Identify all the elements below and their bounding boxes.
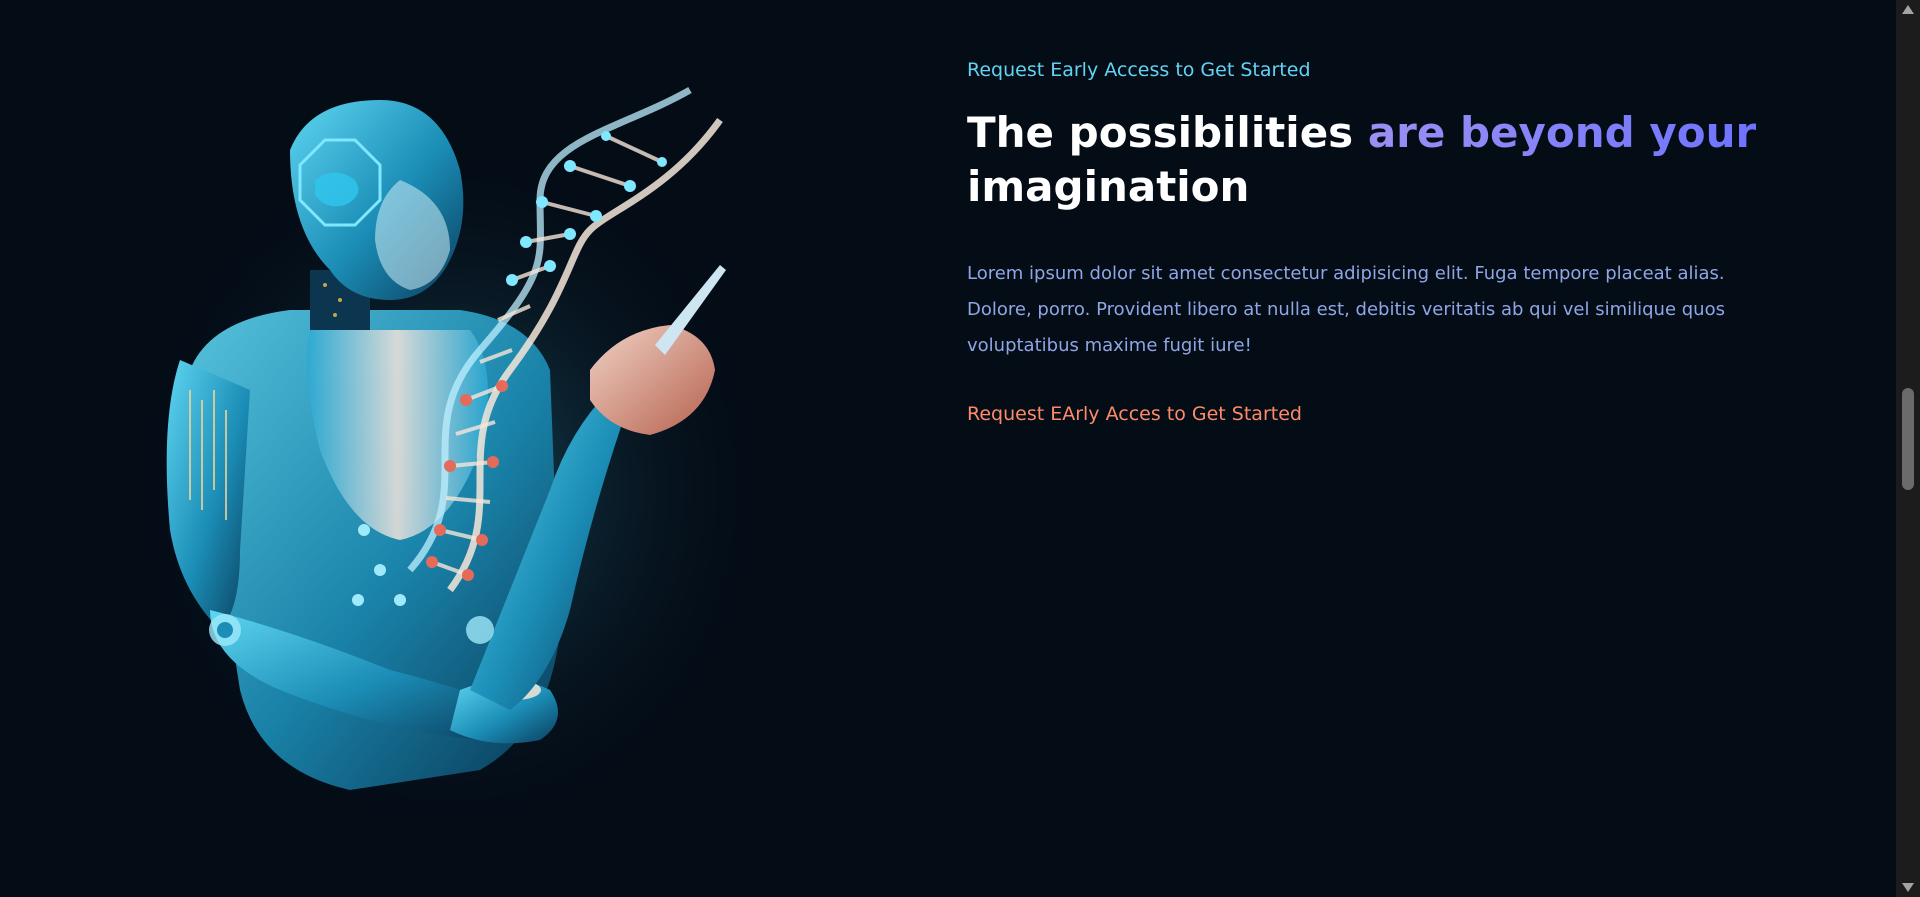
scroll-down-arrow-icon[interactable] — [1902, 883, 1914, 892]
robot-dna-illustration — [150, 70, 870, 850]
hero-description: Lorem ipsum dolor sit amet consectetur a… — [967, 263, 1725, 356]
headline-accent: are beyond your — [1367, 108, 1757, 157]
scrollbar-thumb[interactable] — [1902, 388, 1914, 490]
headline-part-1: The possibilities — [967, 108, 1368, 157]
eyebrow-text: Request Early Access to Get Started — [967, 59, 1311, 81]
vertical-scrollbar[interactable] — [1896, 0, 1920, 897]
scroll-up-arrow-icon[interactable] — [1902, 5, 1914, 14]
request-early-access-link[interactable]: Request EArly Acces to Get Started — [967, 400, 1302, 428]
hero-content: Request Early Access to Get Started The … — [967, 56, 1787, 428]
page: Request Early Access to Get Started The … — [0, 0, 1896, 897]
page-title: The possibilities are beyond your imagin… — [967, 106, 1787, 214]
headline-part-2: imagination — [967, 162, 1250, 211]
